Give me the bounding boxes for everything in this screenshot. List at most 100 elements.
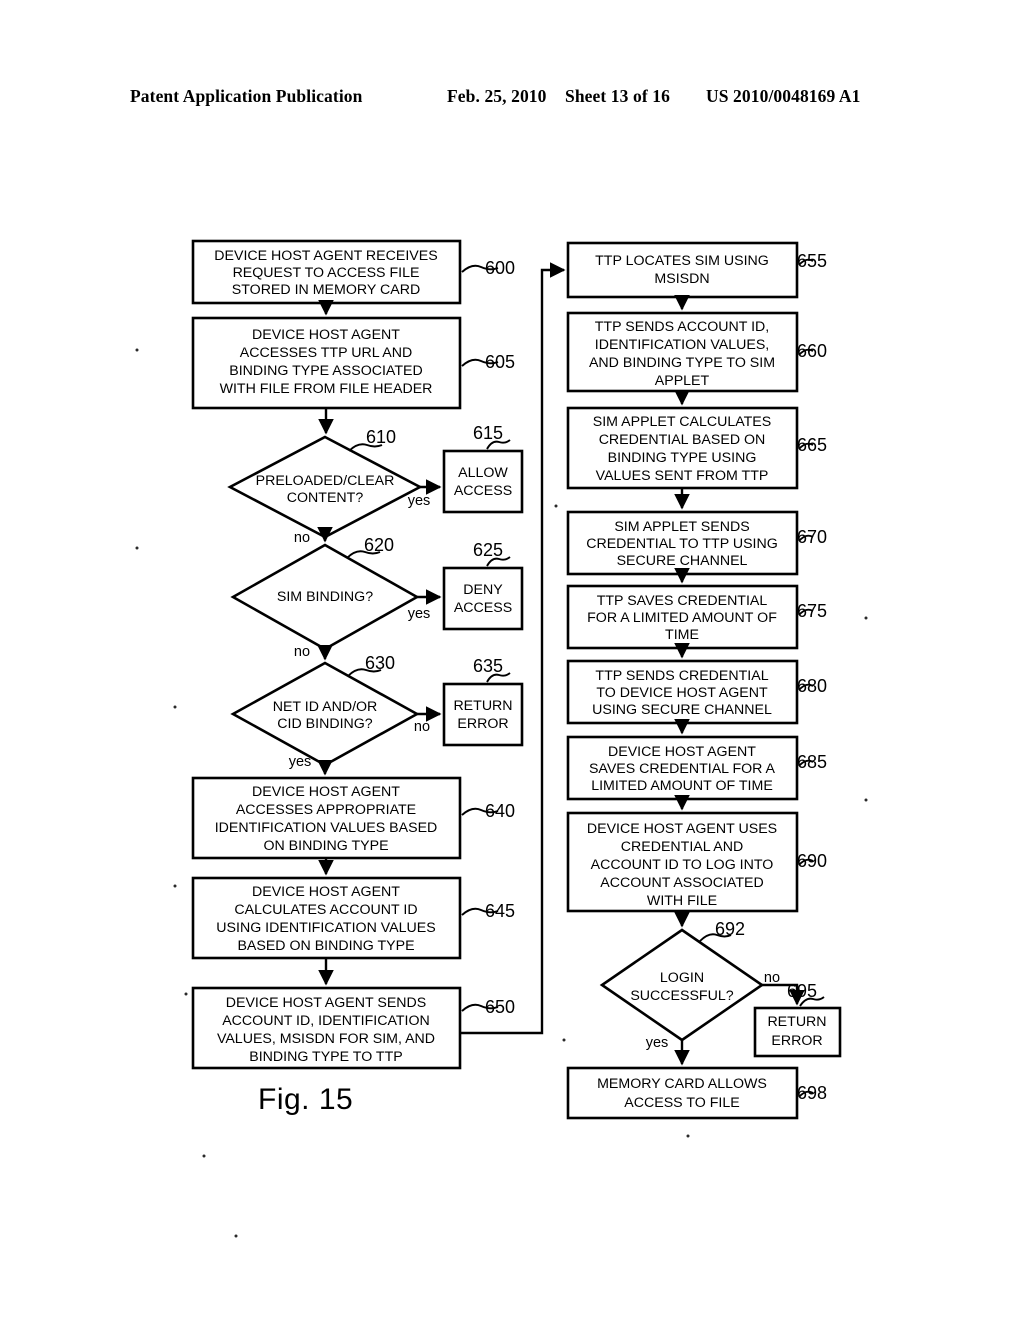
node-625: DENY ACCESS 625 <box>442 540 524 631</box>
node-680-line-0: TTP SENDS CREDENTIAL <box>595 668 768 684</box>
node-655-line-1: MSISDN <box>654 271 709 287</box>
node-620-line-0: SIM BINDING? <box>277 589 373 605</box>
node-650-line-3: BINDING TYPE TO TTP <box>249 1049 402 1065</box>
edge-label-630-no: no <box>414 719 430 735</box>
ref-665: 665 <box>797 435 827 455</box>
node-660-line-3: APPLET <box>655 373 710 389</box>
edge-label-692-yes: yes <box>646 1035 669 1051</box>
node-645: DEVICE HOST AGENT CALCULATES ACCOUNT ID … <box>191 876 515 960</box>
node-692-line-1: SUCCESSFUL? <box>630 988 733 1004</box>
edge-label-610-no: no <box>294 530 310 546</box>
node-635-line-1: ERROR <box>457 716 508 732</box>
node-690-line-4: WITH FILE <box>647 893 717 909</box>
node-635: RETURN ERROR 635 <box>442 656 524 747</box>
node-680-line-2: USING SECURE CHANNEL <box>592 702 772 718</box>
node-645-line-1: CALCULATES ACCOUNT ID <box>234 902 417 918</box>
node-605-line-1: ACCESSES TTP URL AND <box>240 345 412 361</box>
node-660: TTP SENDS ACCOUNT ID, IDENTIFICATION VAL… <box>566 311 827 393</box>
edge-label-610-yes: yes <box>408 493 431 509</box>
node-665-line-3: VALUES SENT FROM TTP <box>596 468 769 484</box>
node-670-line-1: CREDENTIAL TO TTP USING <box>586 536 778 552</box>
ref-670: 670 <box>797 527 827 547</box>
node-665-line-1: CREDENTIAL BASED ON <box>599 432 766 448</box>
node-635-line-0: RETURN <box>453 698 512 714</box>
node-695-line-1: ERROR <box>771 1033 822 1049</box>
node-610-line-1: CONTENT? <box>287 490 364 506</box>
node-650-line-1: ACCOUNT ID, IDENTIFICATION <box>222 1013 430 1029</box>
ref-690: 690 <box>797 851 827 871</box>
node-630-line-0: NET ID AND/OR <box>273 699 378 715</box>
node-670-line-0: SIM APPLET SENDS <box>614 519 749 535</box>
node-630: NET ID AND/OR CID BINDING? 630 <box>230 653 420 767</box>
edge-label-630-yes: yes <box>289 754 312 770</box>
node-690-line-1: CREDENTIAL AND <box>621 839 743 855</box>
node-660-line-1: IDENTIFICATION VALUES, <box>595 337 769 353</box>
node-690-line-0: DEVICE HOST AGENT USES <box>587 821 777 837</box>
ref-610: 610 <box>366 427 396 447</box>
node-610-line-0: PRELOADED/CLEAR <box>256 473 395 489</box>
patent-page: Patent Application Publication Feb. 25, … <box>0 0 1024 1320</box>
node-605: DEVICE HOST AGENT ACCESSES TTP URL AND B… <box>191 316 515 410</box>
ref-615: 615 <box>473 423 503 443</box>
node-660-line-2: AND BINDING TYPE TO SIM <box>589 355 775 371</box>
node-645-line-2: USING IDENTIFICATION VALUES <box>216 920 435 936</box>
node-600-line-2: STORED IN MEMORY CARD <box>232 282 420 298</box>
ref-605: 605 <box>485 352 515 372</box>
node-650-line-2: VALUES, MSISDN FOR SIM, AND <box>217 1031 435 1047</box>
node-615-line-1: ACCESS <box>454 483 512 499</box>
ref-600: 600 <box>485 258 515 278</box>
ref-692: 692 <box>715 919 745 939</box>
node-655: TTP LOCATES SIM USING MSISDN 655 <box>566 241 827 299</box>
node-620: SIM BINDING? 620 <box>230 535 420 651</box>
node-680: TTP SENDS CREDENTIAL TO DEVICE HOST AGEN… <box>566 659 827 725</box>
node-670-line-2: SECURE CHANNEL <box>617 553 748 569</box>
node-625-line-1: ACCESS <box>454 600 512 616</box>
ref-620: 620 <box>364 535 394 555</box>
node-655-line-0: TTP LOCATES SIM USING <box>595 253 769 269</box>
figure-caption: Fig. 15 <box>258 1083 354 1116</box>
node-640-line-1: ACCESSES APPROPRIATE <box>236 802 416 818</box>
node-605-line-3: WITH FILE FROM FILE HEADER <box>220 381 433 397</box>
ref-645: 645 <box>485 901 515 921</box>
ref-675: 675 <box>797 601 827 621</box>
edge-label-620-no: no <box>294 644 310 660</box>
ref-650: 650 <box>485 997 515 1017</box>
node-640-line-3: ON BINDING TYPE <box>263 838 388 854</box>
node-692-line-0: LOGIN <box>660 970 704 986</box>
ref-660: 660 <box>797 341 827 361</box>
node-665-line-0: SIM APPLET CALCULATES <box>593 414 771 430</box>
node-690-line-2: ACCOUNT ID TO LOG INTO <box>591 857 774 873</box>
node-680-line-1: TO DEVICE HOST AGENT <box>596 685 768 701</box>
node-685-line-1: SAVES CREDENTIAL FOR A <box>589 761 776 777</box>
node-670: SIM APPLET SENDS CREDENTIAL TO TTP USING… <box>566 510 827 576</box>
node-605-line-0: DEVICE HOST AGENT <box>252 327 400 343</box>
node-698: MEMORY CARD ALLOWS ACCESS TO FILE 698 <box>566 1066 827 1120</box>
node-698-line-1: ACCESS TO FILE <box>624 1095 739 1111</box>
edge-label-692-no: no <box>764 970 780 986</box>
node-690: DEVICE HOST AGENT USES CREDENTIAL AND AC… <box>566 811 827 913</box>
node-630-line-1: CID BINDING? <box>277 716 372 732</box>
ref-655: 655 <box>797 251 827 271</box>
node-605-line-2: BINDING TYPE ASSOCIATED <box>229 363 422 379</box>
node-685-line-2: LIMITED AMOUNT OF TIME <box>591 778 773 794</box>
node-695-line-0: RETURN <box>767 1014 826 1030</box>
ref-695: 695 <box>787 981 817 1001</box>
ref-680: 680 <box>797 676 827 696</box>
node-685-line-0: DEVICE HOST AGENT <box>608 744 756 760</box>
ref-685: 685 <box>797 752 827 772</box>
node-640-line-2: IDENTIFICATION VALUES BASED <box>215 820 438 836</box>
node-675: TTP SAVES CREDENTIAL FOR A LIMITED AMOUN… <box>566 584 827 650</box>
node-660-line-0: TTP SENDS ACCOUNT ID, <box>595 319 769 335</box>
node-685: DEVICE HOST AGENT SAVES CREDENTIAL FOR A… <box>566 735 827 801</box>
node-625-line-0: DENY <box>463 582 503 598</box>
node-675-line-0: TTP SAVES CREDENTIAL <box>597 593 768 609</box>
node-690-line-3: ACCOUNT ASSOCIATED <box>600 875 763 891</box>
ref-640: 640 <box>485 801 515 821</box>
flowchart-figure-15: DEVICE HOST AGENT RECEIVES REQUEST TO AC… <box>135 239 868 1238</box>
node-600-line-1: REQUEST TO ACCESS FILE <box>233 265 420 281</box>
node-675-line-1: FOR A LIMITED AMOUNT OF <box>587 610 777 626</box>
ref-635: 635 <box>473 656 503 676</box>
node-615-line-0: ALLOW <box>458 465 508 481</box>
node-698-line-0: MEMORY CARD ALLOWS <box>597 1076 767 1092</box>
node-615: ALLOW ACCESS 615 <box>442 423 524 514</box>
